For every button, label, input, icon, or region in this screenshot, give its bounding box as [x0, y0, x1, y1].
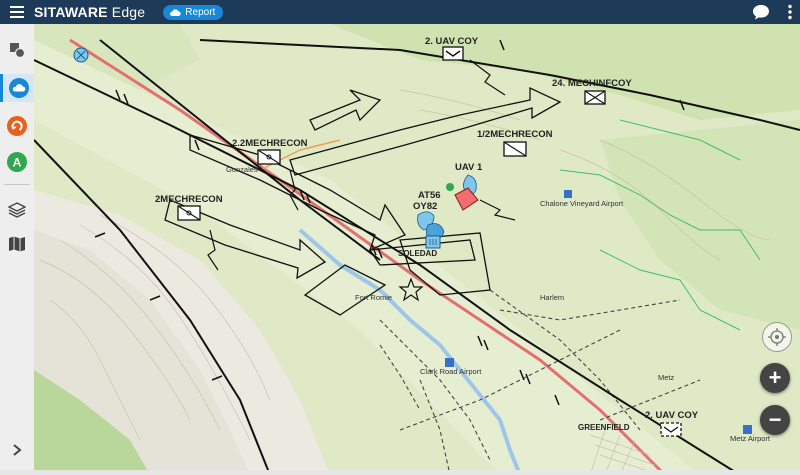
left-sidebar: A: [0, 24, 35, 475]
sidebar-item-shapes[interactable]: [3, 36, 31, 64]
bottom-strip: [0, 470, 800, 475]
place-label: Metz Airport: [730, 434, 771, 443]
app-title-bold: SITAWARE: [34, 4, 108, 20]
unit-label: UAV 1: [455, 162, 483, 173]
unit-label: 2MECHRECON: [155, 194, 223, 205]
unit-label: OY82: [413, 201, 437, 212]
sidebar-item-map[interactable]: [3, 230, 31, 258]
place-gonzales: Gonzales: [226, 165, 258, 174]
chevron-right-icon: [13, 444, 22, 456]
report-button[interactable]: Report: [163, 4, 224, 20]
chat-icon[interactable]: [752, 4, 770, 20]
unit-label: 2.2MECHRECON: [232, 138, 308, 149]
green-a-icon: A: [7, 152, 27, 172]
place-soledad: SOLEDAD: [398, 249, 437, 258]
marker-nw[interactable]: [73, 47, 89, 63]
report-label: Report: [185, 6, 216, 18]
zoom-in-button[interactable]: +: [760, 363, 790, 393]
place-harlem: Harlem: [540, 293, 564, 302]
shapes-icon: [10, 43, 26, 59]
unit-label: 2. UAV COY: [425, 36, 479, 47]
unit-label: 1/2MECHRECON: [477, 129, 553, 140]
sidebar-expand-button[interactable]: [3, 436, 31, 464]
top-bar: SITAWARE Edge Report: [0, 0, 800, 24]
place-metz: Metz: [658, 373, 675, 382]
sidebar-item-cloud[interactable]: [0, 74, 34, 102]
unit-at56[interactable]: AT56: [418, 190, 441, 201]
place-fort-romie: Fort Romie: [355, 293, 392, 302]
sidebar-item-layers[interactable]: [3, 196, 31, 224]
unit-label: 24. MECHINFCOY: [552, 78, 632, 89]
unit-label: AT56: [418, 190, 441, 201]
app-title: SITAWARE Edge: [34, 4, 145, 20]
compass-icon: [768, 328, 786, 346]
zoom-out-button[interactable]: −: [760, 405, 790, 435]
cloud-icon: [8, 78, 29, 98]
sidebar-divider: [4, 184, 30, 185]
orange-refresh-icon: [7, 116, 27, 136]
place-greenfield: GREENFIELD: [578, 423, 630, 432]
map-canvas[interactable]: 2. UAV COY 24. MECHINFCOY 2.2MECHRECON 1…: [34, 24, 800, 475]
green-a-label: A: [13, 156, 22, 170]
place-label: Chalone Vineyard Airport: [540, 199, 624, 208]
unit-label: 2. UAV COY: [645, 410, 699, 421]
compass-button[interactable]: [762, 322, 792, 352]
sidebar-item-orange[interactable]: [3, 112, 31, 140]
cloud-icon: [170, 8, 181, 16]
more-vertical-icon[interactable]: [788, 4, 792, 20]
map-book-icon: [9, 236, 25, 252]
layers-icon: [8, 202, 26, 218]
place-label: Clark Road Airport: [420, 367, 482, 376]
app-title-light: Edge: [107, 4, 146, 20]
menu-icon[interactable]: [10, 3, 24, 21]
sidebar-item-green-a[interactable]: A: [3, 148, 31, 176]
map-svg[interactable]: 2. UAV COY 24. MECHINFCOY 2.2MECHRECON 1…: [34, 24, 800, 475]
